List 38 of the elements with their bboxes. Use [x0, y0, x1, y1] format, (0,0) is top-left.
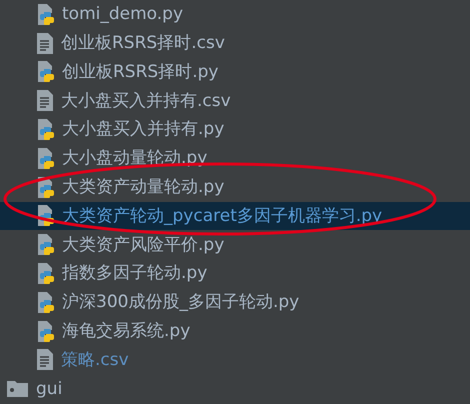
folder-icon — [7, 380, 28, 398]
python-file-icon — [37, 4, 54, 25]
file-tree-item[interactable]: 创业板RSRS择时.csv — [0, 28, 470, 58]
file-name: 大类资产风险平价.py — [62, 234, 224, 255]
text-file-icon — [37, 32, 53, 54]
file-name: 沪深300成份股_多因子轮动.py — [62, 292, 300, 313]
text-file-icon — [37, 349, 53, 370]
python-file-icon — [37, 263, 54, 284]
file-name: 大小盘买入并持有.csv — [61, 90, 231, 111]
file-name: 指数多因子轮动.py — [62, 263, 208, 284]
file-name: 大类资产动量轮动.py — [62, 176, 224, 198]
python-file-icon — [37, 61, 54, 82]
file-name: 海龟交易系统.py — [62, 320, 190, 342]
python-file-icon — [37, 292, 54, 313]
file-tree-item[interactable]: 指数多因子轮动.py — [0, 259, 470, 288]
folder-tree-item[interactable]: gui — [0, 374, 470, 404]
python-file-icon — [37, 234, 54, 256]
folder-name: gui — [36, 378, 62, 399]
python-file-icon — [37, 119, 54, 140]
file-tree-item[interactable]: 大类资产动量轮动.py — [0, 172, 470, 202]
file-name: tomi_demo.py — [62, 4, 184, 25]
file-tree-item[interactable]: 海龟交易系统.py — [0, 316, 470, 346]
file-name: 创业板RSRS择时.py — [62, 62, 218, 82]
file-tree-item[interactable]: 大小盘买入并持有.csv — [0, 86, 470, 116]
text-file-icon — [37, 90, 53, 112]
file-name: 策略.csv — [61, 350, 129, 370]
file-tree-item[interactable]: 大类资产风险平价.py — [0, 230, 470, 260]
python-file-icon — [37, 148, 54, 169]
file-name: 创业板RSRS择时.csv — [61, 33, 225, 54]
file-tree-item[interactable]: 策略.csv — [0, 346, 470, 374]
python-file-icon — [37, 320, 54, 342]
file-tree-item[interactable]: 大小盘买入并持有.py — [0, 115, 470, 144]
python-file-icon — [37, 205, 54, 226]
python-file-icon — [37, 176, 54, 198]
file-name: 大小盘买入并持有.py — [62, 119, 224, 140]
file-tree-item[interactable]: 沪深300成份股_多因子轮动.py — [0, 288, 470, 317]
file-tree-item[interactable]: 创业板RSRS择时.py — [0, 58, 470, 86]
file-tree-item[interactable]: tomi_demo.py — [0, 0, 470, 29]
